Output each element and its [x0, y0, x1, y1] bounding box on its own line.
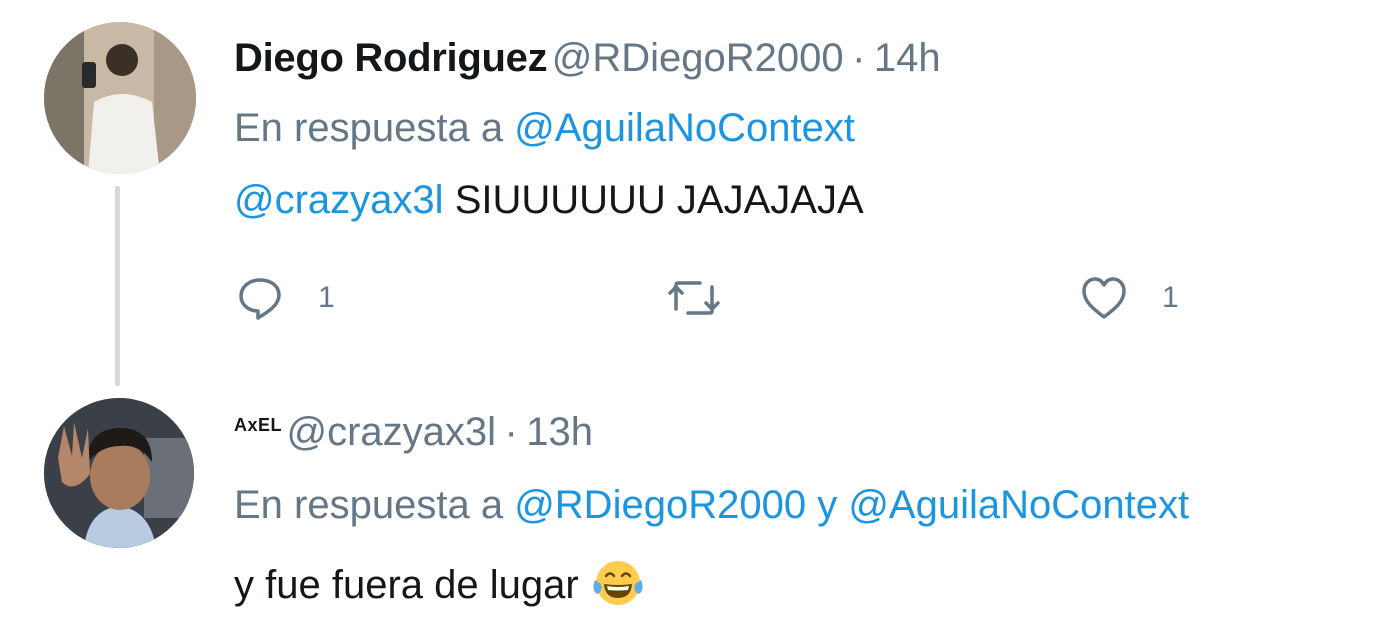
reply-context: En respuesta a @AguilaNoContext	[234, 108, 855, 148]
thread-connector-line	[115, 186, 120, 386]
mention-link[interactable]: @crazyax3l	[234, 178, 444, 222]
separator-dot: ·	[504, 410, 518, 454]
tweet[interactable]: Diego Rodriguez @RDiegoR2000 · 14h En re…	[0, 0, 1384, 390]
separator-dot: ·	[852, 36, 866, 80]
reply-button[interactable]: 1	[236, 275, 335, 321]
tweet-header: AxEL @crazyax3l · 13h	[234, 412, 593, 452]
tweet-body: y fue fuera de lugar	[234, 556, 645, 610]
user-handle[interactable]: @crazyax3l	[286, 410, 496, 454]
like-count: 1	[1162, 281, 1179, 314]
user-avatar-photo-icon	[44, 398, 194, 548]
reply-joiner: y	[817, 483, 838, 527]
tweet[interactable]: AxEL @crazyax3l · 13h En respuesta a @RD…	[0, 390, 1384, 620]
user-avatar-photo-icon	[44, 22, 196, 174]
timestamp[interactable]: 14h	[874, 36, 941, 80]
reply-prefix: En respuesta a	[234, 106, 504, 150]
face-with-tears-of-joy-icon	[591, 556, 645, 610]
reply-to-mention-link[interactable]: @RDiegoR2000	[514, 483, 806, 527]
tweet-text: y fue fuera de lugar	[234, 563, 579, 607]
tweet-header: Diego Rodriguez @RDiegoR2000 · 14h	[234, 38, 941, 78]
user-handle[interactable]: @RDiegoR2000	[552, 36, 844, 80]
reply-to-mention-link[interactable]: @AguilaNoContext	[514, 106, 855, 150]
like-button[interactable]: 1	[1080, 275, 1179, 321]
reply-count: 1	[318, 281, 335, 314]
reply-to-mention-link[interactable]: @AguilaNoContext	[848, 483, 1189, 527]
timestamp[interactable]: 13h	[526, 410, 593, 454]
like-icon	[1082, 277, 1126, 319]
avatar[interactable]	[44, 22, 196, 174]
reply-icon	[239, 278, 281, 320]
reply-prefix: En respuesta a	[234, 483, 504, 527]
avatar[interactable]	[44, 398, 194, 548]
retweet-button[interactable]	[664, 275, 758, 321]
tweet-body: @crazyax3l SIUUUUUU JAJAJAJA	[234, 180, 864, 220]
reply-context: En respuesta a @RDiegoR2000 y @AguilaNoC…	[234, 485, 1189, 525]
tweet-text: SIUUUUUU JAJAJAJA	[454, 178, 864, 222]
display-name[interactable]: Diego Rodriguez	[234, 36, 548, 80]
retweet-icon	[668, 281, 720, 315]
display-name[interactable]: AxEL	[234, 415, 282, 435]
